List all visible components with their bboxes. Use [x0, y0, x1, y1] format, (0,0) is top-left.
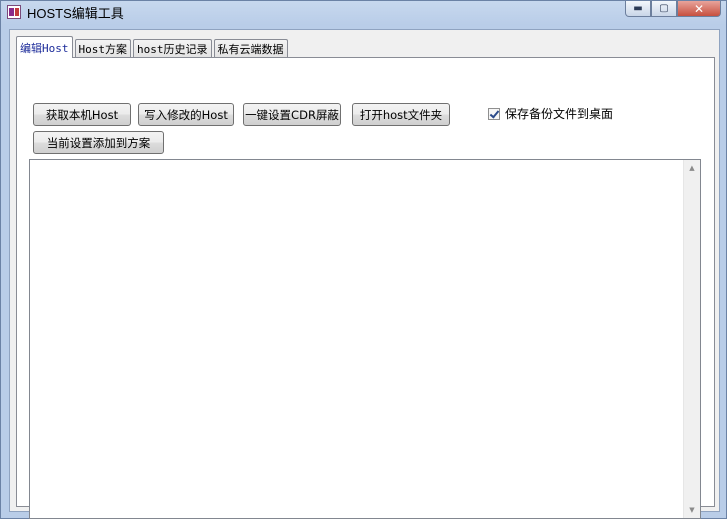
edit-host-panel: 获取本机Host 写入修改的Host 一键设置CDR屏蔽 打开host文件夹 保… [16, 57, 715, 519]
backup-to-desktop-option[interactable]: 保存备份文件到桌面 [488, 105, 613, 122]
scroll-down-arrow[interactable]: ▼ [684, 502, 700, 518]
maximize-icon: ▢ [659, 3, 669, 14]
tab-strip: 编辑Host Host方案 host历史记录 私有云端数据 [16, 36, 290, 58]
app-icon [7, 5, 21, 19]
title-bar[interactable]: HOSTS编辑工具 ▬ ▢ ✕ [1, 1, 726, 23]
hosts-editor[interactable]: ▲ ▼ [29, 159, 701, 519]
vertical-scrollbar[interactable]: ▲ ▼ [683, 160, 700, 518]
write-modified-host-button[interactable]: 写入修改的Host [138, 103, 234, 126]
main-window: HOSTS编辑工具 ▬ ▢ ✕ 编辑Host Host方案 host历史记录 私… [0, 0, 727, 519]
cdr-block-button[interactable]: 一键设置CDR屏蔽 [243, 103, 341, 126]
tab-edit-host[interactable]: 编辑Host [16, 36, 73, 58]
close-icon: ✕ [693, 1, 705, 16]
backup-checkbox[interactable] [488, 107, 500, 120]
open-host-folder-button[interactable]: 打开host文件夹 [352, 103, 450, 126]
scroll-up-arrow[interactable]: ▲ [684, 160, 700, 176]
tab-host-history[interactable]: host历史记录 [133, 39, 212, 58]
minimize-button[interactable]: ▬ [625, 1, 651, 17]
tab-private-cloud[interactable]: 私有云端数据 [213, 39, 288, 58]
get-local-host-button[interactable]: 获取本机Host [33, 103, 131, 126]
window-controls: ▬ ▢ ✕ [625, 1, 721, 19]
close-button[interactable]: ✕ [677, 1, 721, 17]
minimize-icon: ▬ [633, 3, 643, 14]
tab-host-scheme[interactable]: Host方案 [74, 39, 131, 58]
maximize-button[interactable]: ▢ [651, 1, 677, 17]
window-title: HOSTS编辑工具 [27, 6, 124, 21]
backup-checkbox-label: 保存备份文件到桌面 [505, 107, 614, 121]
client-area: 编辑Host Host方案 host历史记录 私有云端数据 获取本机Host 写… [9, 29, 720, 519]
add-to-scheme-button[interactable]: 当前设置添加到方案 [33, 131, 164, 154]
